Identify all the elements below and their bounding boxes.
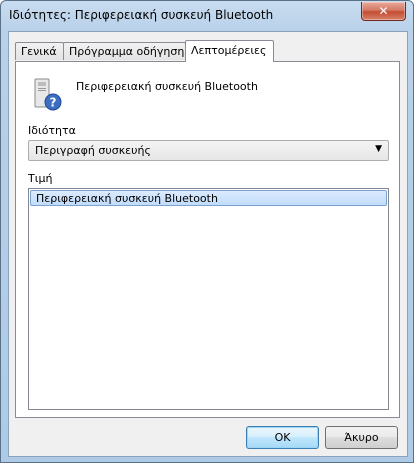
dialog-client-area: Γενικά Πρόγραμμα οδήγησης Λεπτομέρειες ?… (8, 31, 408, 457)
details-panel: ? Περιφερειακή συσκευή Bluetooth Ιδιότητ… (15, 61, 400, 418)
dropdown-arrow-icon: ▼ (375, 144, 382, 154)
tab-driver[interactable]: Πρόγραμμα οδήγησης (63, 42, 191, 60)
value-label: Τιμή (28, 172, 53, 185)
tab-general[interactable]: Γενικά (15, 42, 64, 60)
tab-details[interactable]: Λεπτομέρειες (185, 40, 274, 62)
cancel-button[interactable]: Άκυρο (325, 426, 398, 449)
value-list[interactable]: Περιφερειακή συσκευή Bluetooth (28, 188, 389, 410)
svg-text:?: ? (50, 96, 57, 110)
property-label: Ιδιότητα (28, 124, 76, 137)
device-name: Περιφερειακή συσκευή Bluetooth (76, 80, 258, 93)
ok-button[interactable]: OK (246, 426, 319, 449)
list-item[interactable]: Περιφερειακή συσκευή Bluetooth (30, 190, 387, 206)
properties-window: Ιδιότητες: Περιφερειακή συσκευή Bluetoot… (0, 0, 414, 463)
property-selected-value: Περιγραφή συσκευής (35, 144, 151, 157)
unknown-device-icon: ? (34, 78, 62, 111)
close-icon: ✕ (378, 4, 389, 18)
window-title: Ιδιότητες: Περιφερειακή συσκευή Bluetoot… (9, 8, 274, 22)
close-button[interactable]: ✕ (361, 2, 406, 21)
property-dropdown[interactable]: Περιγραφή συσκευής ▼ (28, 140, 389, 161)
